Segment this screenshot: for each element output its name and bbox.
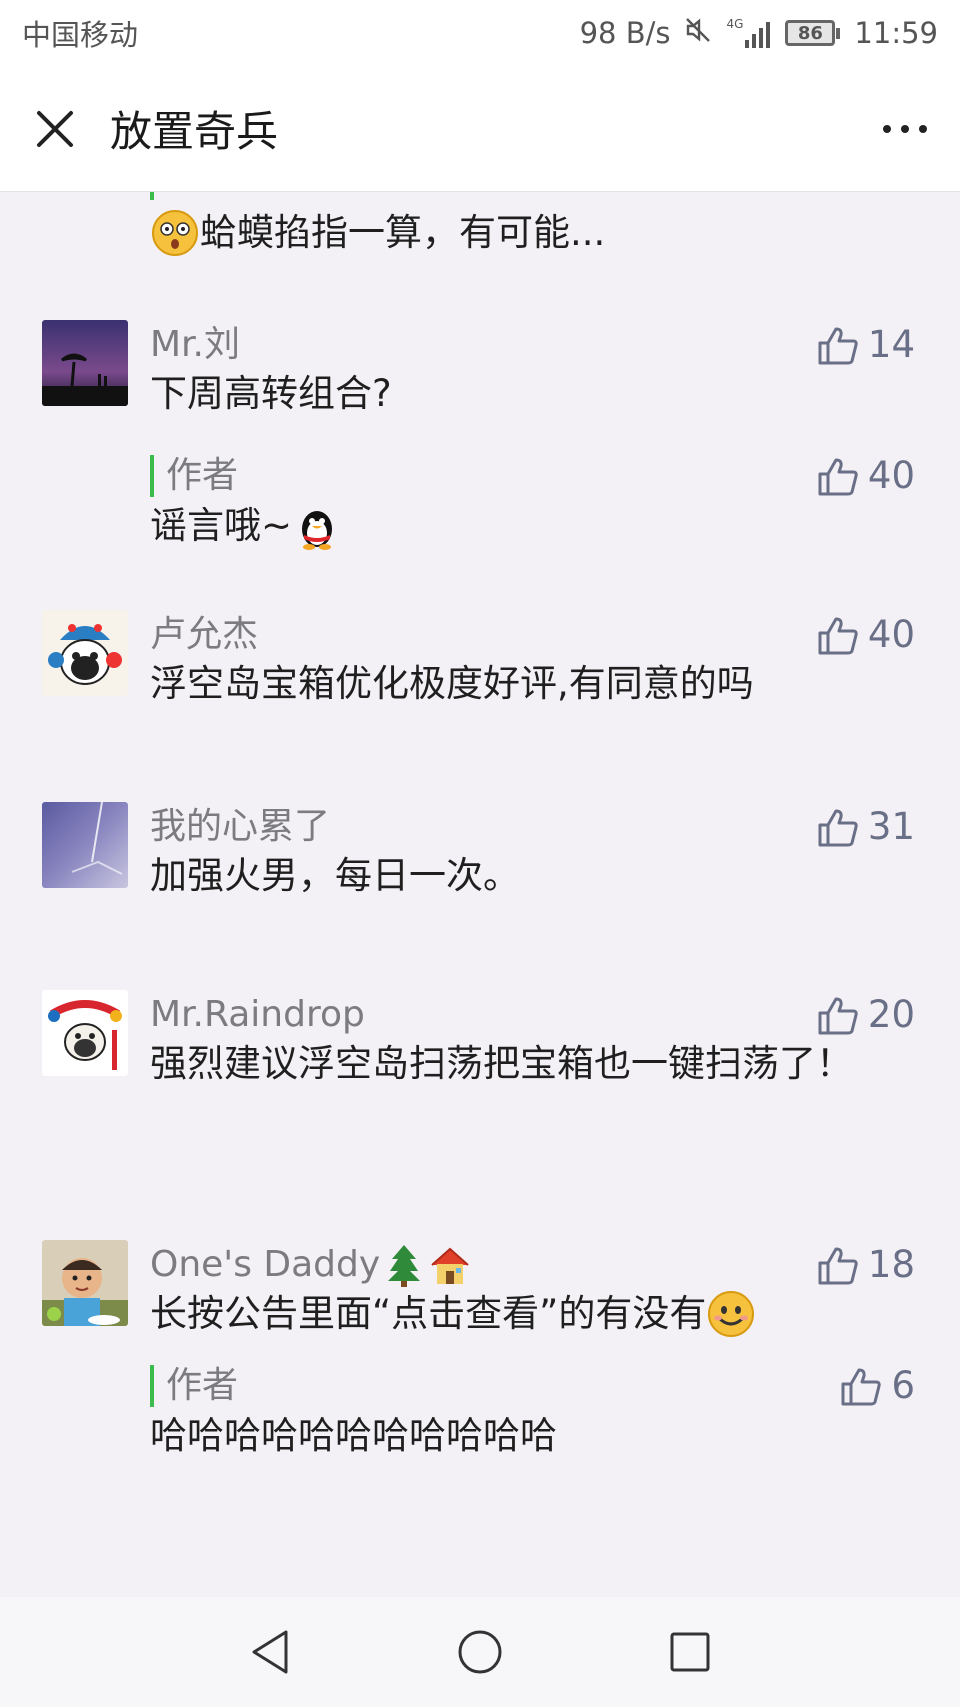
home-circle-icon bbox=[458, 1630, 502, 1674]
comment-item: Mr.刘 14 下周高转组合? 作者 40 谣言哦~ bbox=[0, 320, 960, 630]
like-count: 14 bbox=[867, 323, 915, 366]
like-count: 18 bbox=[867, 1243, 915, 1286]
thumbs-up-icon bbox=[818, 809, 858, 847]
author-reply-label: 作者 bbox=[150, 451, 238, 501]
comment-author[interactable]: Mr.刘 bbox=[150, 320, 240, 370]
system-nav-bar bbox=[0, 1597, 960, 1707]
mute-icon bbox=[684, 16, 712, 51]
thumbs-up-icon bbox=[841, 1368, 882, 1406]
penguin-emoji-icon bbox=[302, 511, 333, 550]
home-button[interactable] bbox=[450, 1622, 510, 1682]
status-icons: 98 B/s 4G 86 11:59 bbox=[580, 16, 938, 51]
page-title: 放置奇兵 bbox=[110, 107, 279, 156]
comment-text: 强烈建议浮空岛扫荡把宝箱也一键扫荡了！ bbox=[150, 1042, 853, 1085]
comment-item: One's Daddy 18 长按公告里面“点击查看”的有没有 作者 6 哈哈哈… bbox=[0, 1240, 960, 1560]
thumbs-up-icon bbox=[818, 617, 858, 655]
back-button[interactable] bbox=[240, 1622, 300, 1682]
reply-text: 哈哈哈哈哈哈哈哈哈哈哈 bbox=[150, 1414, 557, 1457]
comment-item: 我的心累了 31 加强火男，每日一次。 bbox=[0, 802, 960, 942]
like-count: 6 bbox=[891, 1364, 915, 1407]
comment-author[interactable]: One's Daddy bbox=[150, 1240, 472, 1290]
reply-label-text: 作者 bbox=[166, 1365, 239, 1406]
comment-author[interactable]: Mr.Raindrop bbox=[150, 990, 365, 1040]
pine-tree-icon bbox=[388, 1245, 421, 1287]
battery-level: 86 bbox=[785, 20, 836, 46]
comment-text-body: 长按公告里面“点击查看”的有没有 bbox=[150, 1292, 707, 1335]
reply-text-body: 谣言哦~ bbox=[150, 504, 293, 547]
like-button[interactable]: 14 bbox=[816, 320, 915, 370]
title-bar: 放置奇兵 bbox=[0, 66, 960, 192]
network-type: 4G bbox=[726, 17, 744, 31]
comment-author[interactable]: 我的心累了 bbox=[150, 802, 330, 852]
like-count: 40 bbox=[867, 454, 915, 497]
thumbs-up-icon bbox=[818, 1247, 858, 1285]
thumbs-up-icon bbox=[818, 997, 858, 1035]
recents-button[interactable] bbox=[660, 1622, 720, 1682]
partial-reply-text: 蛤蟆掐指一算，有可能... bbox=[200, 211, 606, 254]
more-button[interactable] bbox=[850, 66, 960, 192]
reply-text: 谣言哦~ bbox=[150, 498, 920, 554]
recents-square-icon bbox=[670, 1632, 710, 1672]
like-button[interactable]: 20 bbox=[816, 990, 915, 1040]
comment-text: 下周高转组合? bbox=[150, 372, 392, 415]
author-reply-label: 作者 bbox=[150, 1361, 238, 1411]
thumbs-up-icon bbox=[818, 327, 858, 365]
comment-item: Mr.Raindrop 20 强烈建议浮空岛扫荡把宝箱也一键扫荡了！ bbox=[0, 990, 960, 1190]
avatar[interactable] bbox=[42, 990, 128, 1076]
comment-item: 卢允杰 40 浮空岛宝箱优化极度好评,有同意的吗 bbox=[0, 610, 960, 750]
avatar[interactable] bbox=[42, 1240, 128, 1326]
network-speed: 98 B/s bbox=[579, 16, 671, 50]
like-count: 40 bbox=[867, 613, 915, 656]
avatar[interactable] bbox=[42, 610, 128, 696]
avatar[interactable] bbox=[42, 320, 128, 406]
like-count: 31 bbox=[867, 805, 915, 848]
like-count: 20 bbox=[867, 993, 915, 1036]
like-button[interactable]: 18 bbox=[816, 1240, 915, 1290]
like-button[interactable]: 31 bbox=[816, 802, 915, 852]
reply-label-text: 作者 bbox=[166, 455, 239, 496]
shocked-emoji-icon bbox=[152, 210, 198, 256]
close-icon bbox=[37, 110, 73, 147]
comment-text: 长按公告里面“点击查看”的有没有 bbox=[150, 1286, 920, 1342]
like-button[interactable]: 40 bbox=[816, 610, 915, 660]
reply-like-button[interactable]: 6 bbox=[839, 1361, 915, 1411]
signal-icon: 4G bbox=[726, 18, 771, 48]
thumbs-up-icon bbox=[818, 458, 858, 496]
comments-list[interactable]: 蛤蟆掐指一算，有可能... Mr.刘 14 下周高转组合? 作者 40 谣言哦~ bbox=[0, 192, 960, 1597]
reply-like-button[interactable]: 40 bbox=[816, 451, 915, 501]
status-bar: 中国移动 98 B/s 4G 86 11:59 bbox=[0, 0, 960, 66]
carrier-name: 中国移动 bbox=[22, 18, 139, 52]
clock: 11:59 bbox=[854, 16, 938, 50]
battery-icon: 86 bbox=[785, 20, 841, 46]
close-button[interactable] bbox=[0, 66, 110, 192]
comment-text: 浮空岛宝箱优化极度好评,有同意的吗 bbox=[150, 662, 754, 705]
comment-author[interactable]: 卢允杰 bbox=[150, 610, 258, 660]
partial-reply: 蛤蟆掐指一算，有可能... bbox=[0, 192, 960, 302]
smile-emoji-icon bbox=[708, 1291, 755, 1337]
comment-author-text: One's Daddy bbox=[150, 1244, 381, 1285]
avatar[interactable] bbox=[42, 802, 128, 888]
more-icon bbox=[883, 124, 927, 133]
house-icon bbox=[431, 1247, 469, 1284]
comment-text: 加强火男，每日一次。 bbox=[150, 854, 520, 897]
back-triangle-icon bbox=[252, 1630, 288, 1674]
